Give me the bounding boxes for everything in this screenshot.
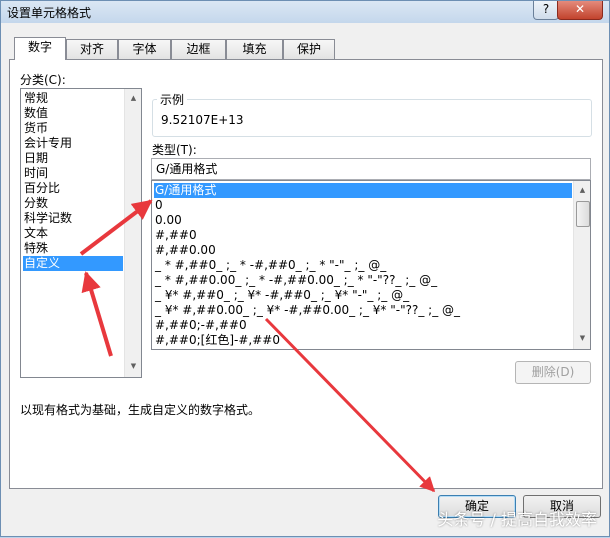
scroll-thumb[interactable] [576,201,590,227]
dialog-title: 设置单元格格式 [7,6,92,20]
description-text: 以现有格式为基础，生成自定义的数字格式。 [20,403,261,417]
close-button[interactable]: ✕ [557,1,603,20]
category-item[interactable]: 货币 [23,121,48,136]
type-item[interactable]: #,##0;[红色]-#,##0 [154,333,280,348]
category-item[interactable]: 时间 [23,166,48,181]
scroll-up-arrow-icon[interactable]: ▲ [574,183,590,198]
category-item[interactable]: 日期 [23,151,48,166]
type-list[interactable]: G/通用格式 0 0.00 #,##0 #,##0.00 _ * #,##0_ … [151,180,591,350]
tab-alignment[interactable]: 对齐 [66,39,118,59]
category-item[interactable]: 数值 [23,106,48,121]
category-item[interactable]: 文本 [23,226,48,241]
tab-number[interactable]: 数字 [14,37,66,60]
category-item[interactable]: 常规 [23,91,48,106]
sample-value: 9.52107E+13 [161,113,244,127]
category-item[interactable]: 科学记数 [23,211,72,226]
category-item[interactable]: 会计专用 [23,136,72,151]
type-item[interactable]: _ ¥* #,##0.00_ ;_ ¥* -#,##0.00_ ;_ ¥* "-… [154,303,460,318]
type-item[interactable]: _ * #,##0_ ;_ * -#,##0_ ;_ * "-"_ ;_ @_ [154,258,386,273]
type-label: 类型(T): [152,143,197,157]
title-bar[interactable]: 设置单元格格式 ? ✕ [1,1,609,23]
tab-fill[interactable]: 填充 [226,39,283,59]
tab-border[interactable]: 边框 [171,39,226,59]
category-item[interactable]: 分数 [23,196,48,211]
type-item[interactable]: #,##0;-#,##0 [154,318,247,333]
type-item[interactable]: #,##0.00 [154,243,216,258]
delete-button[interactable]: 删除(D) [515,361,591,384]
category-item-custom-selected[interactable]: 自定义 [23,256,123,271]
tab-font[interactable]: 字体 [118,39,171,59]
type-scrollbar[interactable]: ▲ ▼ [573,181,590,349]
type-item[interactable]: _ ¥* #,##0_ ;_ ¥* -#,##0_ ;_ ¥* "-"_ ;_ … [154,288,409,303]
category-scrollbar[interactable]: ▲ ▼ [124,89,141,377]
type-item-selected[interactable]: G/通用格式 [154,183,572,198]
category-item[interactable]: 百分比 [23,181,60,196]
type-item[interactable]: #,##0 [154,228,197,243]
type-item[interactable]: 0 [154,198,163,213]
number-tab-panel: 分类(C): 常规 数值 货币 会计专用 日期 时间 百分比 分数 科学记数 文… [9,59,603,489]
scroll-down-arrow-icon[interactable]: ▼ [574,331,590,346]
type-item[interactable]: _ * #,##0.00_ ;_ * -#,##0.00_ ;_ * "-"??… [154,273,437,288]
format-cells-dialog: 设置单元格格式 ? ✕ 数字 对齐 字体 边框 填充 保护 分类(C): 常规 … [0,0,610,537]
tab-protection[interactable]: 保护 [283,39,335,59]
watermark-text: 头条号 / 提高自我效率 [437,510,597,529]
sample-label: 示例 [157,91,188,108]
category-list[interactable]: 常规 数值 货币 会计专用 日期 时间 百分比 分数 科学记数 文本 特殊 自定… [20,88,142,378]
category-item[interactable]: 特殊 [23,241,48,256]
help-button[interactable]: ? [533,1,559,20]
category-label: 分类(C): [20,73,66,87]
type-item[interactable]: 0.00 [154,213,182,228]
type-input[interactable]: G/通用格式 [151,158,591,180]
scroll-up-arrow-icon[interactable]: ▲ [125,91,141,106]
scroll-down-arrow-icon[interactable]: ▼ [125,359,141,374]
